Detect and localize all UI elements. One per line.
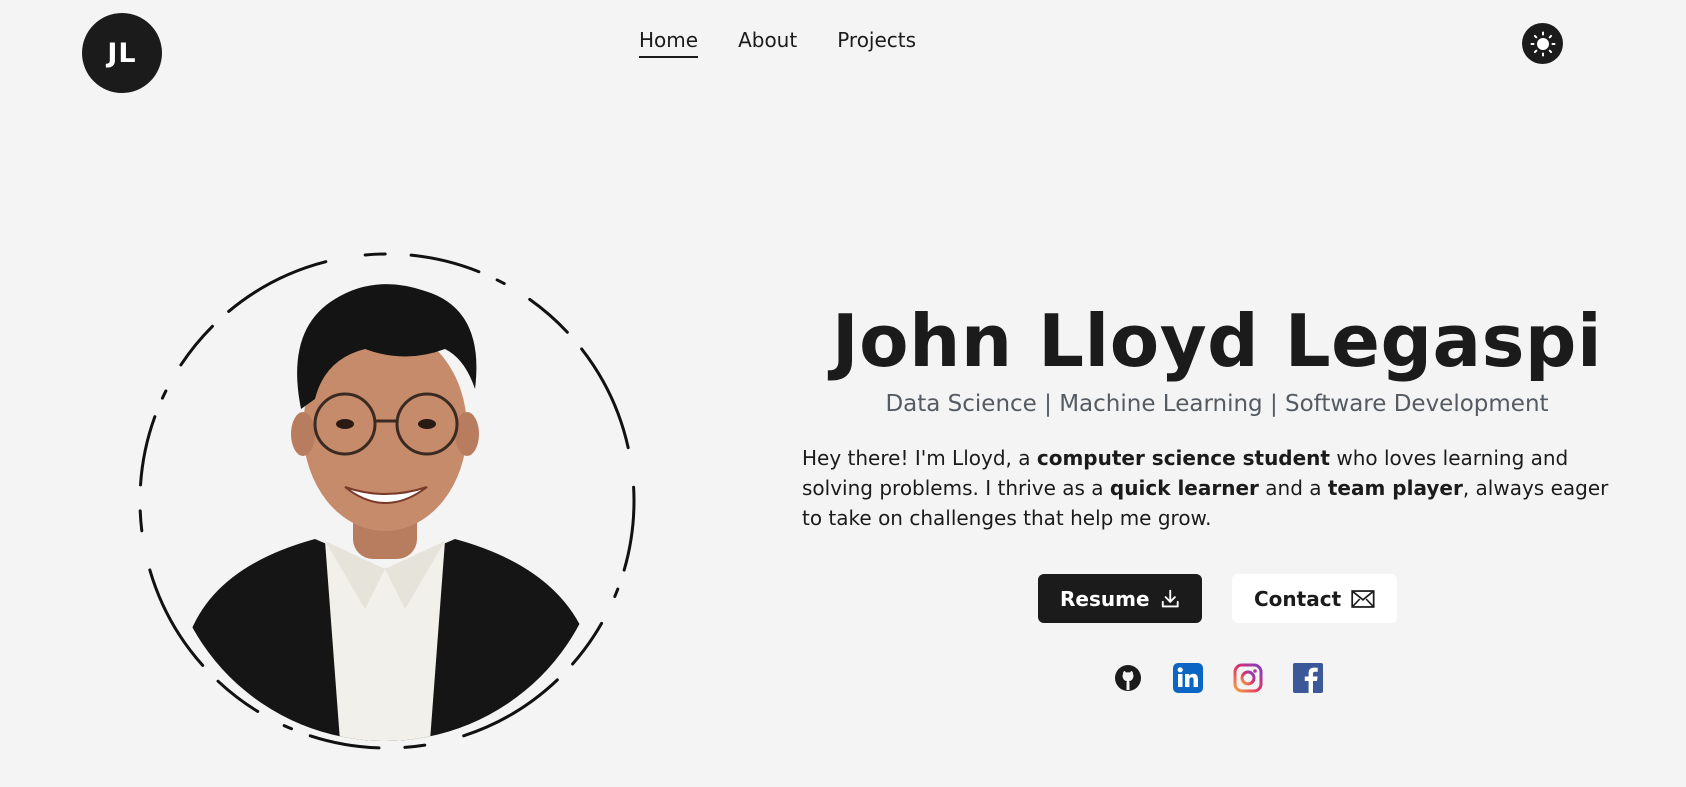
instagram-icon (1233, 663, 1263, 693)
contact-label: Contact (1254, 586, 1342, 611)
page-title: John Lloyd Legaspi (831, 299, 1603, 383)
nav-home[interactable]: Home (639, 28, 699, 58)
resume-label: Resume (1060, 586, 1150, 611)
instagram-link[interactable] (1232, 662, 1264, 694)
github-link[interactable] (1112, 662, 1144, 694)
bio-paragraph: Hey there! I'm Lloyd, a computer science… (802, 443, 1632, 533)
sun-icon (1530, 31, 1555, 56)
resume-button[interactable]: Resume (1038, 574, 1202, 623)
download-icon (1161, 589, 1179, 607)
bio-bold-2: quick learner (1109, 476, 1259, 500)
facebook-icon (1293, 663, 1323, 693)
bio-bold-1: computer science student (1036, 446, 1330, 470)
nav-about[interactable]: About (738, 28, 797, 58)
nav-projects[interactable]: Projects (837, 28, 916, 58)
main-nav: Home About Projects (639, 28, 916, 58)
linkedin-link[interactable] (1172, 662, 1204, 694)
envelope-icon (1351, 589, 1375, 608)
intro-section: John Lloyd Legaspi Data Science | Machin… (802, 295, 1632, 533)
contact-button[interactable]: Contact (1232, 574, 1397, 623)
subtitle: Data Science | Machine Learning | Softwa… (885, 391, 1549, 417)
profile-photo (165, 269, 605, 741)
bio-text-1: Hey there! I'm Lloyd, a (802, 446, 1037, 470)
logo-text: JL (107, 37, 137, 69)
theme-toggle-button[interactable] (1522, 23, 1563, 64)
facebook-link[interactable] (1292, 662, 1324, 694)
linkedin-icon (1173, 663, 1203, 693)
bio-bold-3: team player (1327, 476, 1463, 500)
github-icon (1115, 665, 1141, 691)
profile-photo-frame (127, 243, 647, 763)
bio-text-3: and a (1258, 476, 1328, 500)
social-links (1112, 662, 1324, 694)
cta-buttons: Resume Contact (1038, 574, 1397, 623)
logo[interactable]: JL (82, 13, 162, 93)
